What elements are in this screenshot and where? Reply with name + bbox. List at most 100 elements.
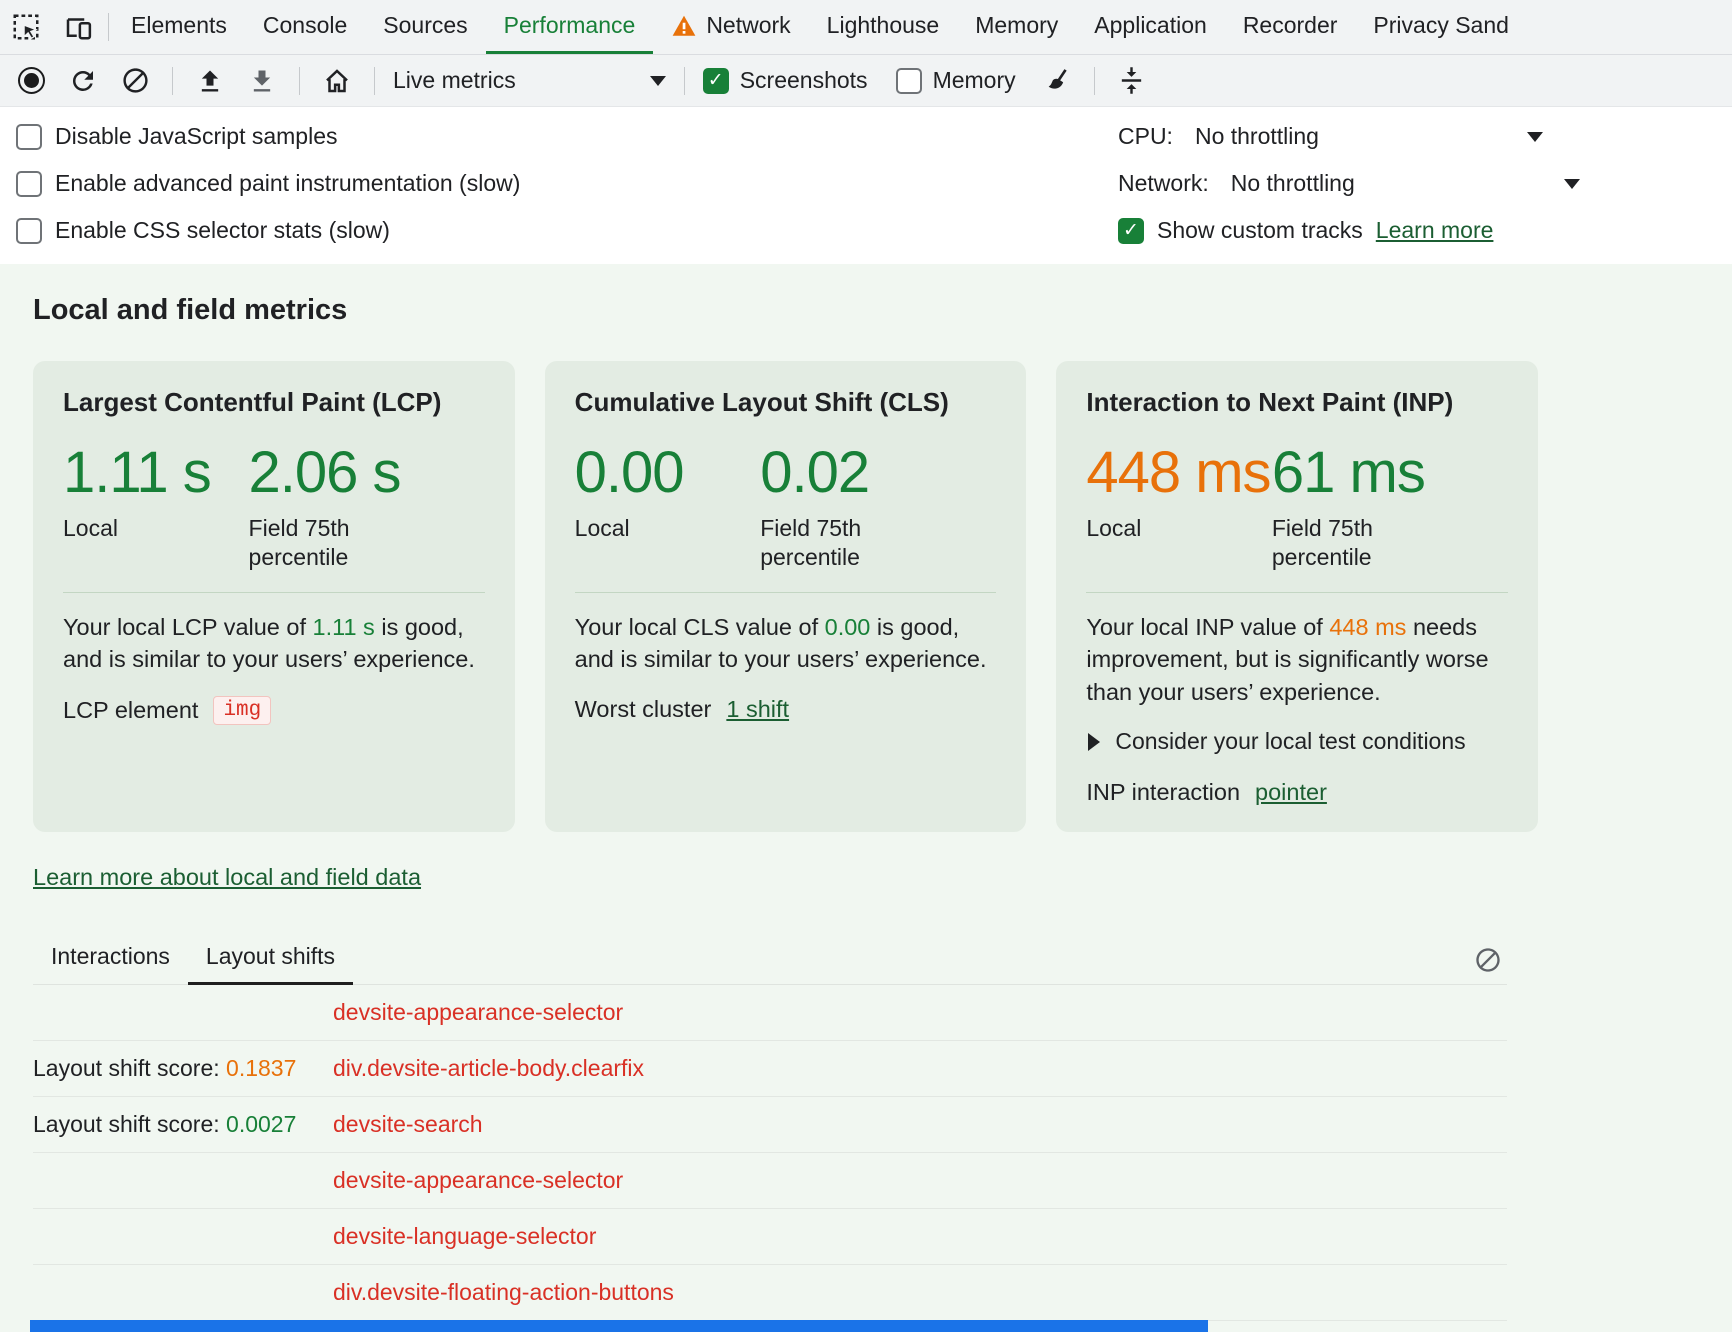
- inp-interaction-link[interactable]: pointer: [1255, 779, 1327, 806]
- lcp-card: Largest Contentful Paint (LCP) 1.11 s Lo…: [33, 361, 515, 832]
- css-selector-stats-checkbox[interactable]: Enable CSS selector stats (slow): [16, 207, 520, 254]
- tab-interactions[interactable]: Interactions: [33, 935, 188, 985]
- network-throttle-label: Network:: [1118, 170, 1209, 197]
- live-metrics-view: Local and field metrics Largest Contentf…: [0, 264, 1732, 1332]
- checkbox-unchecked-icon: [16, 218, 42, 244]
- layout-shift-row[interactable]: devsite-language-selector: [33, 1209, 1507, 1265]
- tab-network[interactable]: Network: [653, 0, 808, 54]
- checkbox-unchecked-icon: [16, 171, 42, 197]
- field-data-learn-more-link[interactable]: Learn more about local and field data: [33, 864, 421, 891]
- chevron-down-icon: [1564, 179, 1580, 189]
- divider: [1086, 592, 1508, 593]
- layout-shift-row[interactable]: devsite-appearance-selector: [33, 1153, 1507, 1209]
- load-profile-button[interactable]: [191, 62, 229, 100]
- upload-icon: [196, 67, 224, 95]
- divider: [172, 67, 173, 95]
- inp-card: Interaction to Next Paint (INP) 448 ms L…: [1056, 361, 1538, 832]
- layout-shift-row[interactable]: Layout shift score: 0.1837 div.devsite-a…: [33, 1041, 1507, 1097]
- inspect-element-icon[interactable]: [0, 0, 52, 54]
- tab-performance[interactable]: Performance: [486, 0, 654, 54]
- devtools-tabbar: Elements Console Sources Performance Net…: [0, 0, 1732, 55]
- cls-local-value: 0.00: [575, 442, 761, 505]
- layout-shift-row[interactable]: div.devsite-floating-action-buttons: [33, 1265, 1507, 1321]
- checkbox-unchecked-icon: [16, 124, 42, 150]
- tab-application[interactable]: Application: [1076, 0, 1225, 54]
- warning-icon: [671, 13, 697, 39]
- save-profile-button[interactable]: [243, 62, 281, 100]
- timeline-overview-bar[interactable]: [30, 1320, 1208, 1332]
- cls-description: Your local CLS value of 0.00 is good, an…: [575, 611, 997, 676]
- layout-shift-row[interactable]: devsite-appearance-selector: [33, 985, 1507, 1041]
- cpu-throttle-select[interactable]: No throttling: [1195, 123, 1543, 150]
- worst-cluster-link[interactable]: 1 shift: [726, 696, 789, 723]
- home-icon: [322, 66, 352, 96]
- live-metrics-home-button[interactable]: [318, 62, 356, 100]
- record-and-reload-button[interactable]: [64, 62, 102, 100]
- node-link[interactable]: div.devsite-floating-action-buttons: [333, 1279, 674, 1306]
- live-metrics-select[interactable]: Live metrics: [393, 67, 666, 94]
- divider: [575, 592, 997, 593]
- compress-tracks-button[interactable]: [1113, 62, 1151, 100]
- local-test-conditions-expander[interactable]: Consider your local test conditions: [1088, 728, 1508, 755]
- inp-description: Your local INP value of 448 ms needs imp…: [1086, 611, 1508, 708]
- live-metrics-log: Interactions Layout shifts devsite-appea…: [33, 935, 1507, 1321]
- divider: [374, 67, 375, 95]
- checkbox-unchecked-icon: [896, 68, 922, 94]
- checkbox-checked-icon: ✓: [703, 68, 729, 94]
- tab-layout-shifts[interactable]: Layout shifts: [188, 935, 353, 985]
- record-icon: [18, 67, 45, 94]
- chevron-down-icon: [1527, 132, 1543, 142]
- layout-shift-row[interactable]: Layout shift score: 0.0027 devsite-searc…: [33, 1097, 1507, 1153]
- device-toolbar-icon[interactable]: [52, 0, 104, 54]
- divider: [1094, 67, 1095, 95]
- performance-toolbar: Live metrics ✓ Screenshots Memory: [0, 55, 1732, 107]
- cpu-throttle-label: CPU:: [1118, 123, 1173, 150]
- arrows-to-line-icon: [1117, 66, 1146, 95]
- clear-button[interactable]: [116, 62, 154, 100]
- section-heading: Local and field metrics: [33, 294, 1699, 327]
- tab-elements[interactable]: Elements: [113, 0, 245, 54]
- tab-console[interactable]: Console: [245, 0, 365, 54]
- network-throttle-select[interactable]: No throttling: [1231, 170, 1580, 197]
- record-button[interactable]: [12, 62, 50, 100]
- divider: [299, 67, 300, 95]
- tab-lighthouse[interactable]: Lighthouse: [809, 0, 958, 54]
- tab-recorder[interactable]: Recorder: [1225, 0, 1356, 54]
- lcp-field-value: 2.06 s: [249, 442, 401, 505]
- memory-checkbox[interactable]: Memory: [896, 67, 1016, 94]
- show-custom-tracks-checkbox[interactable]: ✓ Show custom tracks Learn more: [1118, 207, 1580, 254]
- download-icon: [248, 67, 276, 95]
- tab-sources[interactable]: Sources: [365, 0, 485, 54]
- custom-tracks-learn-more-link[interactable]: Learn more: [1376, 217, 1494, 244]
- chevron-down-icon: [650, 76, 666, 86]
- inp-interaction-label: INP interaction: [1086, 779, 1240, 806]
- cls-card: Cumulative Layout Shift (CLS) 0.00 Local…: [545, 361, 1027, 832]
- advanced-paint-checkbox[interactable]: Enable advanced paint instrumentation (s…: [16, 160, 520, 207]
- tab-privacy-sandbox[interactable]: Privacy Sand: [1355, 0, 1527, 54]
- screenshots-checkbox[interactable]: ✓ Screenshots: [703, 67, 868, 94]
- triangle-right-icon: [1088, 733, 1100, 751]
- circle-slash-icon: [121, 66, 150, 95]
- node-link[interactable]: devsite-search: [333, 1111, 483, 1138]
- node-link[interactable]: devsite-appearance-selector: [333, 1167, 623, 1194]
- broom-icon: [1042, 66, 1071, 95]
- lcp-local-value: 1.11 s: [63, 442, 249, 505]
- inp-local-value: 448 ms: [1086, 442, 1272, 505]
- inp-field-value: 61 ms: [1272, 442, 1425, 505]
- worst-cluster-label: Worst cluster: [575, 696, 712, 723]
- divider: [684, 67, 685, 95]
- divider: [63, 592, 485, 593]
- lcp-element-node-link[interactable]: img: [213, 696, 271, 725]
- node-link[interactable]: devsite-language-selector: [333, 1223, 596, 1250]
- checkbox-checked-icon: ✓: [1118, 218, 1144, 244]
- circle-slash-icon: [1474, 946, 1502, 974]
- disable-js-samples-checkbox[interactable]: Disable JavaScript samples: [16, 113, 520, 160]
- node-link[interactable]: devsite-appearance-selector: [333, 999, 623, 1026]
- node-link[interactable]: div.devsite-article-body.clearfix: [333, 1055, 644, 1082]
- reload-icon: [68, 66, 98, 96]
- lcp-element-label: LCP element: [63, 697, 198, 724]
- clear-log-button[interactable]: [1469, 941, 1507, 979]
- tab-memory[interactable]: Memory: [957, 0, 1076, 54]
- divider: [108, 13, 109, 41]
- collect-garbage-button[interactable]: [1038, 62, 1076, 100]
